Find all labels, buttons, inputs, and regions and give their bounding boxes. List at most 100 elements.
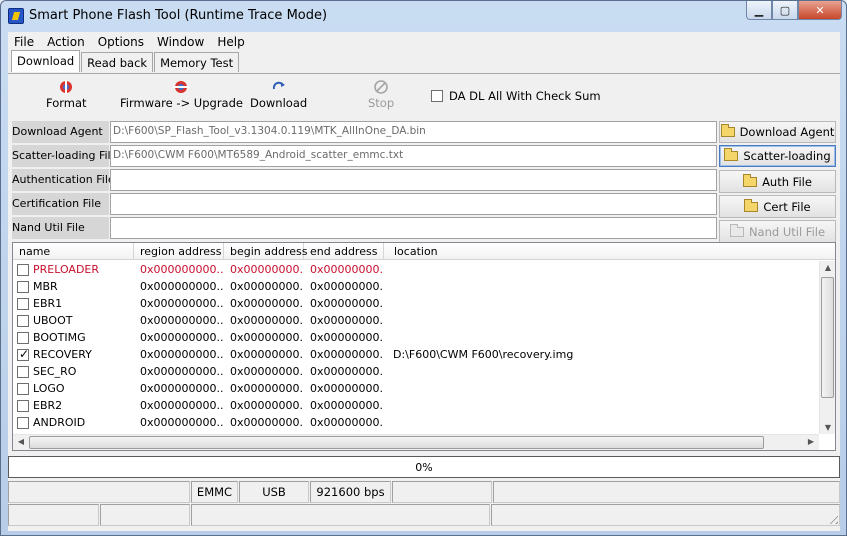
region-address-cell: 0x000000000... [140,365,223,378]
end-address-cell: 0x00000000... [310,297,383,310]
status-cell-empty [392,481,492,503]
status-cell-empty [493,481,840,503]
minimize-button[interactable]: ▁ [746,1,772,20]
cert-file-button-label: Cert File [763,199,811,214]
table-row[interactable]: EBR2 0x000000000... 0x00000000... 0x0000000… [13,397,819,414]
scroll-right-icon[interactable]: ▶ [803,437,819,446]
horizontal-scroll-thumb[interactable] [29,436,764,449]
download-arrow-icon [272,81,285,90]
title-bar: Smart Phone Flash Tool (Runtime Trace Mo… [1,1,846,32]
partition-name-cell: EBR1 [13,297,133,310]
region-address-cell: 0x000000000... [140,348,223,361]
tab-download[interactable]: Download [11,50,81,72]
horizontal-scrollbar[interactable]: ◀ ▶ [13,434,819,450]
status-baud: 921600 bps [310,481,391,503]
column-name[interactable]: name [13,243,134,260]
partition-checkbox[interactable] [17,365,29,378]
table-row[interactable]: UBOOT 0x000000000... 0x00000000... 0x000000… [13,312,819,329]
download-agent-button-label: Download Agent [739,125,835,139]
maximize-button[interactable]: ▢ [772,1,798,20]
partition-checkbox[interactable] [17,416,29,429]
end-address-cell: 0x00000000... [310,280,383,293]
table-row[interactable]: PRELOADER 0x000000000... 0x00000000... 0x00… [13,261,819,278]
begin-address-cell: 0x00000000... [230,399,303,412]
end-address-cell: 0x00000000... [310,331,383,344]
partition-checkbox[interactable] [17,331,29,344]
table-row[interactable]: SEC_RO 0x000000000... 0x00000000... 0x00000… [13,363,819,380]
stop-button[interactable]: Stop [368,80,394,110]
authentication-field[interactable] [110,169,717,191]
table-row[interactable]: MBR 0x000000000... 0x00000000... 0x00000000… [13,278,819,295]
menu-options[interactable]: Options [98,35,144,49]
partition-name-cell: ANDROID [13,416,133,429]
scatter-loading-row: Scatter-loading File D:\F600\CWM F600\MT… [12,145,836,167]
checksum-label: DA DL All With Check Sum [449,89,601,103]
partition-name: UBOOT [33,314,73,327]
cert-file-button[interactable]: Cert File [719,195,836,218]
partition-checkbox[interactable] [17,297,29,310]
end-address-cell: 0x00000000... [310,399,383,412]
partition-checkbox[interactable] [17,263,29,276]
partition-name: EBR2 [33,399,63,412]
certification-field[interactable] [110,193,717,215]
table-row[interactable]: RECOVERY 0x000000000... 0x00000000... 0x000… [13,346,819,363]
column-begin-address[interactable]: begin address [224,243,307,260]
end-address-cell: 0x00000000... [310,314,383,327]
window-title: Smart Phone Flash Tool (Runtime Trace Mo… [29,8,328,23]
menu-action[interactable]: Action [47,35,85,49]
download-button[interactable]: Download [250,80,307,110]
status-bar-top: EMMC USB 921600 bps [8,481,840,503]
end-address-cell: 0x00000000... [310,416,383,429]
vertical-scrollbar[interactable]: ▲ ▼ [819,261,835,434]
status-port: USB [239,481,309,503]
close-icon: ✕ [815,3,825,17]
partition-checkbox[interactable] [17,314,29,327]
status-cell-empty [491,504,840,526]
column-location[interactable]: location [384,243,835,260]
partition-table-header: name region address begin address end ad… [13,243,835,260]
column-end-address[interactable]: end address [304,243,384,260]
table-row[interactable]: BOOTIMG 0x000000000... 0x00000000... 0x0000… [13,329,819,346]
download-agent-button[interactable]: Download Agent [719,121,836,143]
location-cell: D:\F600\CWM F600\recovery.img [393,348,574,361]
menu-window[interactable]: Window [157,35,204,49]
end-address-cell: 0x00000000... [310,348,383,361]
scatter-loading-field[interactable]: D:\F600\CWM F600\MT6589_Android_scatter_… [110,145,717,167]
scatter-loading-button[interactable]: Scatter-loading [719,145,836,167]
checksum-option[interactable]: DA DL All With Check Sum [431,89,601,103]
scroll-left-icon[interactable]: ◀ [13,437,29,446]
menu-file[interactable]: File [14,35,34,49]
table-row[interactable]: LOGO 0x000000000... 0x00000000... 0x0000000… [13,380,819,397]
partition-checkbox[interactable] [17,382,29,395]
firmware-upgrade-button[interactable]: Firmware -> Upgrade [120,80,243,110]
checksum-checkbox[interactable] [431,90,443,102]
scroll-down-icon[interactable]: ▼ [820,423,835,432]
scroll-up-icon[interactable]: ▲ [820,263,835,272]
nand-util-file-button[interactable]: Nand Util File [719,220,836,243]
download-agent-field[interactable]: D:\F600\SP_Flash_Tool_v3.1304.0.119\MTK_… [110,121,717,143]
menu-help[interactable]: Help [217,35,244,49]
tab-read-back[interactable]: Read back [81,52,154,72]
stop-label: Stop [368,96,395,110]
download-agent-label: Download Agent [12,121,109,143]
region-address-cell: 0x000000000... [140,382,223,395]
nand-util-field[interactable] [110,217,717,239]
partition-checkbox[interactable] [17,399,29,412]
close-button[interactable]: ✕ [798,1,842,20]
partition-name-cell: LOGO [13,382,133,395]
nand-util-file-button-label: Nand Util File [748,224,826,239]
partition-checkbox[interactable] [17,280,29,293]
table-row[interactable]: ANDROID 0x000000000... 0x00000000... 0x0000… [13,414,819,431]
status-cell-empty [8,481,190,503]
format-button[interactable]: Format [46,80,87,110]
tab-memory-test[interactable]: Memory Test [154,52,240,72]
partition-checkbox[interactable] [17,348,29,361]
column-region-address[interactable]: region address [134,243,224,260]
partition-name: RECOVERY [33,348,92,361]
maximize-icon: ▢ [779,3,791,17]
partition-name-cell: BOOTIMG [13,331,133,344]
vertical-scroll-thumb[interactable] [821,277,834,398]
table-row[interactable]: EBR1 0x000000000... 0x00000000... 0x0000000… [13,295,819,312]
auth-file-button[interactable]: Auth File [719,170,836,193]
status-cell-empty [100,504,190,526]
